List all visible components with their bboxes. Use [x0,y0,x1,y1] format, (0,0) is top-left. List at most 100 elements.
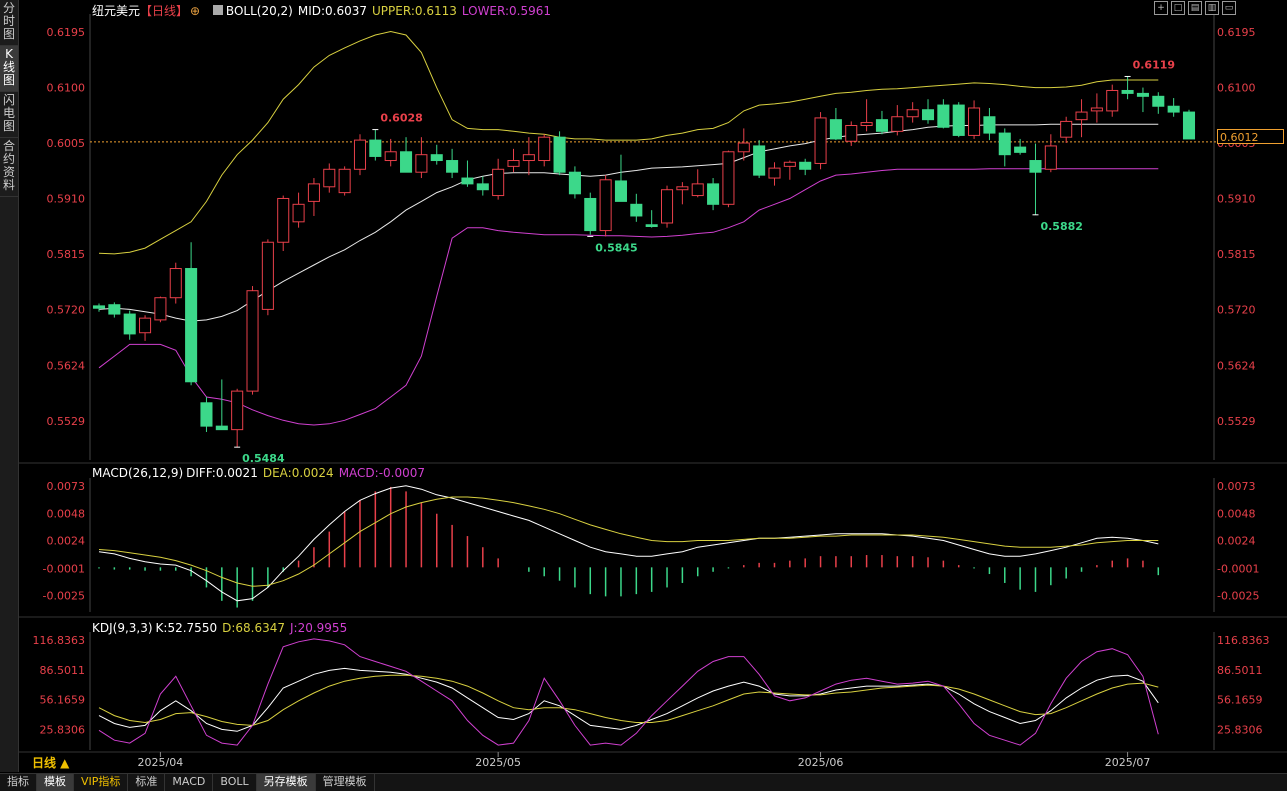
kdj-ytick-right: 25.8306 [1217,724,1263,737]
current-price-label: 0.6012 [1217,129,1284,144]
macd-ytick-left: 0.0024 [47,535,86,548]
candle-down [185,268,198,383]
candle-up [139,317,152,334]
candle-up [783,161,796,167]
settings-icon[interactable]: ▥ [1205,1,1219,15]
kdj-ytick-left: 25.8306 [40,724,86,737]
sidebar-tab-3[interactable]: 合约资料 [0,138,18,197]
sidebar-tab-2[interactable]: 闪电图 [0,92,18,138]
candle-down [707,183,720,205]
boll-name: BOLL(20,2) [225,4,293,18]
price-ytick-left: 0.5624 [47,359,86,372]
candle-down [799,161,812,170]
macd-panel-header: MACD(26,12,9) DIFF:0.0021 DEA:0.0024 MACD:-… [92,466,430,480]
add-icon[interactable]: ⊕ [190,4,200,18]
sidebar-tab-1[interactable]: K线图 [0,46,18,92]
candle-down [476,183,489,191]
price-ytick-left: 0.5529 [47,415,86,428]
kdj-panel-header: KDJ(9,3,3) K:52.7550 D:68.6347 J:20.9955 [92,621,352,635]
candle-up [1075,111,1088,121]
bottom-tab-3[interactable]: 标准 [128,774,166,791]
extreme-label: 0.6119 [1133,58,1175,71]
instrument-name: 纽元美元 [92,4,141,18]
price-ytick-right: 0.5815 [1217,248,1256,261]
zoom-icon[interactable]: □ [1171,1,1185,15]
candle-down [92,305,106,309]
candle-down [645,224,658,227]
price-ytick-left: 0.5815 [47,248,86,261]
macd-diff: DIFF:0.0021 [186,466,258,480]
candle-down [1152,95,1165,107]
bottom-tab-6[interactable]: 另存模板 [256,774,316,791]
macd-ytick-left: -0.0001 [43,562,85,575]
layout-icon[interactable]: ▤ [1188,1,1202,15]
kdj-ytick-left: 116.8363 [33,634,86,647]
macd-dea: DEA:0.0024 [262,466,334,480]
sidebar-tab-0[interactable]: 分时图 [0,0,18,46]
extreme-label: 0.5845 [595,241,637,254]
price-ytick-right: 0.6100 [1217,82,1256,95]
kdj-name: KDJ(9,3,3) [92,621,153,635]
crosshair-icon[interactable]: + [1154,1,1168,15]
candle-up [968,107,981,136]
kdj-ytick-left: 86.5011 [40,664,86,677]
candle-up [599,179,612,232]
candle-up [507,160,520,167]
price-ytick-right: 0.5720 [1217,303,1256,316]
boll-lower: LOWER:0.5961 [461,4,552,18]
candle-up [1090,107,1103,112]
bottom-tab-7[interactable]: 管理模板 [316,774,375,791]
candle-down [123,313,136,335]
macd-ytick-right: 0.0048 [1217,508,1256,521]
kdj-ytick-right: 56.1659 [1217,694,1263,707]
macd-ytick-right: 0.0024 [1217,535,1256,548]
candle-down [1014,146,1027,153]
candle-down [829,119,842,140]
candle-up [415,154,428,173]
kdj-ytick-right: 116.8363 [1217,634,1270,647]
candle-up [231,390,244,431]
candle-up [353,139,367,170]
bottom-tab-0[interactable]: 指标 [0,774,37,791]
bottom-tab-5[interactable]: BOLL [213,774,257,791]
period-selector[interactable]: 日线 ▲ [20,755,90,772]
candle-up [538,136,551,162]
candle-up [522,154,535,162]
side-tab-bar: 分时图 K线图 闪电图 合约资料 [0,0,19,772]
bottom-tab-2[interactable]: VIP指标 [74,774,129,791]
candle-up [722,151,735,205]
candle-down [584,197,597,232]
candle-up [1044,145,1057,170]
candle-down [921,109,935,121]
price-ytick-left: 0.6005 [47,137,86,150]
macd-ytick-right: -0.0025 [1217,589,1259,602]
candle-up [661,189,674,224]
kdj-j: J:20.9955 [290,621,348,635]
macd-ytick-left: -0.0025 [43,589,85,602]
candle-down [875,119,888,132]
candle-down [400,151,413,173]
price-ytick-left: 0.6100 [47,82,86,95]
price-ytick-left: 0.5910 [47,192,86,205]
price-ytick-right: 0.6195 [1217,26,1256,39]
xtick-label: 2025/05 [475,756,521,769]
extreme-label: 0.5484 [242,452,285,465]
macd-diff-line [98,485,1159,602]
candle-up [169,268,182,299]
candle-down [1182,111,1196,140]
candle-down [461,177,474,185]
collapse-icon[interactable]: ▭ [1222,1,1236,15]
candle-down [937,104,950,128]
candle-up [1060,120,1073,138]
chart-area[interactable]: 0.61950.61950.61000.61000.60050.60050.59… [19,0,1287,772]
macd-value: MACD:-0.0007 [338,466,426,480]
candle-down [1136,92,1149,97]
candle-down [998,132,1011,156]
bottom-tab-4[interactable]: MACD [165,774,214,791]
candle-down [430,154,443,162]
candle-up [154,297,167,321]
candle-down [1029,160,1042,173]
candle-up [906,109,919,118]
bottom-tab-1[interactable]: 模板 [37,774,74,791]
boll-mid: MID:0.6037 [297,4,368,18]
